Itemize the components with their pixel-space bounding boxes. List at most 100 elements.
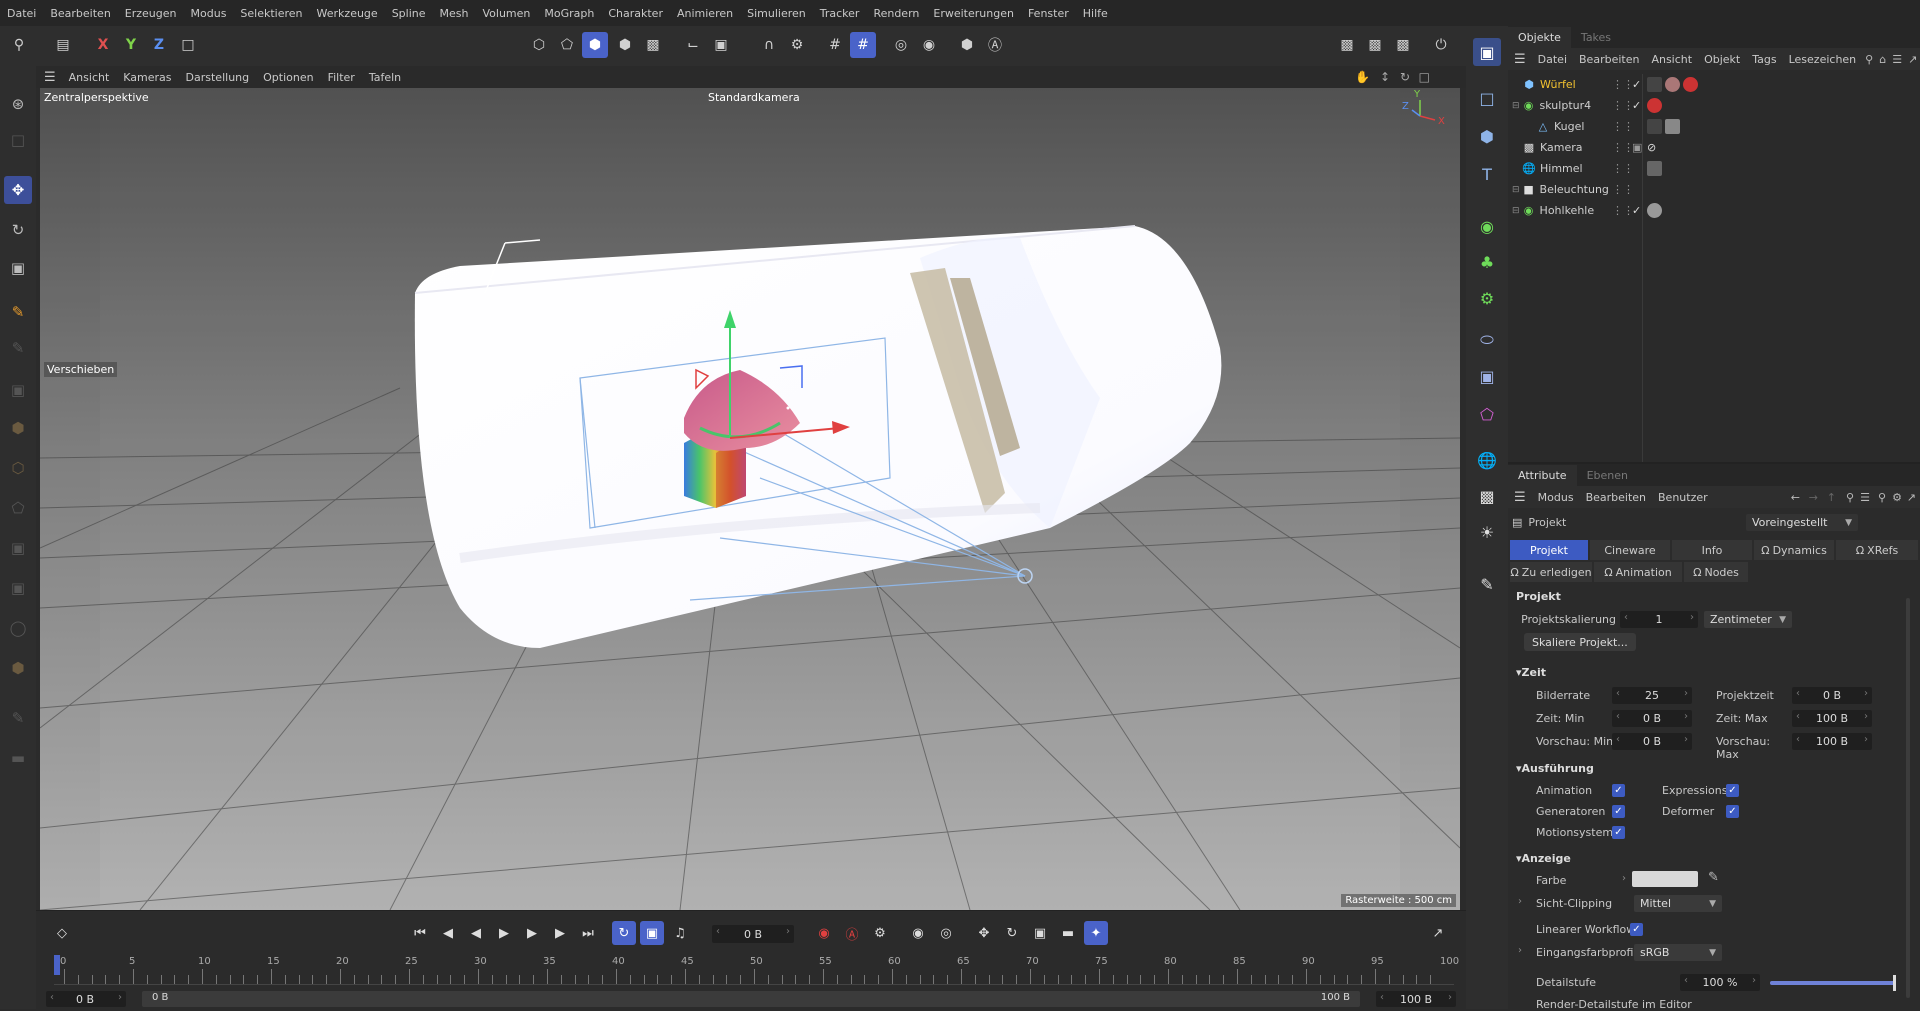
camera-label[interactable]: Standardkamera — [708, 91, 800, 104]
zoom-icon[interactable]: ↕ — [1380, 70, 1390, 84]
iron-icon[interactable]: ▬ — [4, 744, 32, 772]
go-to-end-icon[interactable]: ⏭ — [576, 921, 600, 945]
detailstufe-slider-track[interactable] — [1770, 981, 1896, 985]
polygons-mode-icon[interactable]: ⬢ — [582, 32, 608, 58]
extrude-icon[interactable]: ▣ — [4, 574, 32, 602]
range-start-field[interactable]: ‹ 0 B › — [46, 991, 126, 1007]
menu-item-selektieren[interactable]: Selektieren — [233, 7, 309, 20]
attribute-menu-modus[interactable]: Modus — [1532, 491, 1580, 504]
ptab-projekt[interactable]: Projekt — [1510, 540, 1588, 560]
camera-target-icon[interactable]: ▣ — [1632, 141, 1642, 154]
tab-ebenen[interactable]: Ebenen — [1577, 465, 1638, 486]
key-scale-icon[interactable]: ▣ — [1028, 921, 1052, 945]
object-filter-icon[interactable]: ☰ — [1889, 53, 1905, 66]
visibility-dots-icon[interactable]: ⋮⋮ — [1612, 204, 1634, 217]
ptab-animation[interactable]: Ω Animation — [1594, 562, 1682, 582]
menu-item-erweiterungen[interactable]: Erweiterungen — [926, 7, 1021, 20]
live-selection-icon[interactable]: ⊛ — [4, 90, 32, 118]
attr-lock-icon[interactable]: ⚲ — [1878, 491, 1886, 504]
enabled-check-icon[interactable]: ✓ — [1632, 204, 1641, 217]
render-region-icon[interactable]: ⬢ — [954, 32, 980, 58]
paint-tool-icon[interactable]: ✎ — [4, 298, 32, 326]
visibility-dots-icon[interactable]: ⋮⋮ — [1612, 120, 1634, 133]
spline-pen-icon[interactable]: □ — [1473, 84, 1501, 112]
preset-dropdown[interactable]: Voreingestellt ▼ — [1746, 514, 1858, 531]
sicht-clipping-dropdown[interactable]: Mittel ▼ — [1634, 895, 1722, 912]
axis-mode-icon[interactable]: ⌙ — [680, 32, 706, 58]
ptab-zu-erledigen[interactable]: Ω Zu erledigen — [1510, 562, 1592, 582]
viewport-menu-icon[interactable]: ☰ — [36, 70, 62, 85]
visibility-dots-icon[interactable]: ⋮⋮ — [1612, 162, 1634, 175]
sphere-icon[interactable]: ⬠ — [4, 494, 32, 522]
sound-icon[interactable]: ♫ — [668, 921, 692, 945]
next-frame-icon[interactable]: ▶ — [520, 921, 544, 945]
section-anzeige[interactable]: ▾Anzeige — [1516, 852, 1571, 865]
expand-icon[interactable]: ⊟ — [1512, 101, 1520, 111]
3d-viewport[interactable]: Zentralperspektive Standardkamera Versch… — [40, 88, 1460, 910]
x-axis-lock-button[interactable]: X — [90, 32, 116, 58]
enabled-check-icon[interactable]: ✓ — [1632, 78, 1641, 91]
scale-tool-icon[interactable]: ▣ — [4, 254, 32, 282]
attribute-menu-bearbeiten[interactable]: Bearbeiten — [1580, 491, 1652, 504]
object-menu-tags[interactable]: Tags — [1746, 53, 1782, 66]
edges-mode-icon[interactable]: ⬠ — [554, 32, 580, 58]
object-row-kamera[interactable]: ▩ Kamera ⋮⋮ ▣ ⊘ — [1508, 137, 1920, 158]
solo-icon[interactable]: ◎ — [888, 32, 914, 58]
object-menu-icon[interactable]: ☰ — [1508, 52, 1532, 67]
solo-hierarchy-icon[interactable]: ◉ — [916, 32, 942, 58]
object-menu-bearbeiten[interactable]: Bearbeiten — [1573, 53, 1645, 66]
viewport-menu-ansicht[interactable]: Ansicht — [62, 71, 117, 84]
camera-view-icon[interactable]: ▣ — [1473, 38, 1501, 66]
object-menu-lesezeichen[interactable]: Lesezeichen — [1783, 53, 1863, 66]
go-to-start-icon[interactable]: ⏮ — [408, 921, 432, 945]
menu-item-volumen[interactable]: Volumen — [475, 7, 537, 20]
menu-item-erzeugen[interactable]: Erzeugen — [118, 7, 184, 20]
cloner-icon[interactable]: ♣ — [1473, 248, 1501, 276]
preview-range-icon[interactable]: ▣ — [640, 921, 664, 945]
attribute-menu-benutzer[interactable]: Benutzer — [1652, 491, 1714, 504]
coordinate-system-icon[interactable]: □ — [175, 32, 201, 58]
box-icon[interactable]: ⬢ — [4, 654, 32, 682]
back-arrow-icon[interactable]: ← — [1791, 491, 1800, 504]
record-keys-icon[interactable]: ◉ — [812, 921, 836, 945]
ptab-nodes[interactable]: Ω Nodes — [1684, 562, 1748, 582]
attr-new-window-icon[interactable]: ↗ — [1907, 491, 1916, 504]
motion-record-icon[interactable]: ◉ — [906, 921, 930, 945]
power-icon[interactable]: ⏻ — [1428, 32, 1454, 58]
texture-mode-icon[interactable]: ▩ — [640, 32, 666, 58]
motionsystem-checkbox[interactable]: ✓ — [1612, 826, 1625, 839]
pan-icon[interactable]: ✋ — [1355, 70, 1370, 84]
detailstufe-field[interactable]: ‹ 100 % › — [1680, 974, 1760, 991]
expand-icon[interactable]: ⊟ — [1512, 185, 1520, 195]
timeline-expand-icon[interactable]: ↗ — [1426, 921, 1450, 945]
ptab-info[interactable]: Info — [1672, 540, 1752, 560]
object-menu-ansicht[interactable]: Ansicht — [1645, 53, 1698, 66]
snap-settings-icon[interactable]: ⚙ — [784, 32, 810, 58]
menu-item-tracker[interactable]: Tracker — [813, 7, 867, 20]
object-home-icon[interactable]: ⌂ — [1876, 53, 1889, 66]
playhead[interactable] — [54, 955, 60, 975]
knife-icon[interactable]: ✎ — [4, 704, 32, 732]
search-icon[interactable]: ⚲ — [6, 32, 32, 58]
viewport-menu-filter[interactable]: Filter — [321, 71, 362, 84]
tweak-mode-icon[interactable]: ▣ — [708, 32, 734, 58]
workplane-icon[interactable]: # — [850, 32, 876, 58]
bridge-icon[interactable]: ▣ — [4, 534, 32, 562]
range-end-field[interactable]: ‹ 100 B › — [1376, 991, 1456, 1007]
zeit-min-field[interactable]: ‹ 0 B › — [1612, 710, 1692, 727]
key-param-icon[interactable]: ▬ — [1056, 921, 1080, 945]
section-ausfuehrung[interactable]: ▾Ausführung — [1516, 762, 1594, 775]
up-arrow-icon[interactable]: ↑ — [1827, 491, 1836, 504]
edit-pencil-icon[interactable]: ✎ — [1473, 570, 1501, 598]
phong-tag-icon[interactable] — [1647, 77, 1662, 92]
previous-key-icon[interactable]: ◀ — [436, 921, 460, 945]
material-tag-icon[interactable] — [1647, 203, 1662, 218]
visibility-dots-icon[interactable]: ⋮⋮ — [1612, 78, 1634, 91]
eingangsfarbprofil-dropdown[interactable]: sRGB ▼ — [1634, 944, 1722, 961]
render-settings-icon[interactable]: Ⓐ — [982, 32, 1008, 58]
menu-item-modus[interactable]: Modus — [184, 7, 234, 20]
object-row-wuerfel[interactable]: ⬢ Würfel ⋮⋮ ✓ — [1508, 74, 1920, 95]
menu-item-hilfe[interactable]: Hilfe — [1076, 7, 1115, 20]
forward-arrow-icon[interactable]: → — [1809, 491, 1818, 504]
cube-icon[interactable]: ⬢ — [4, 414, 32, 442]
